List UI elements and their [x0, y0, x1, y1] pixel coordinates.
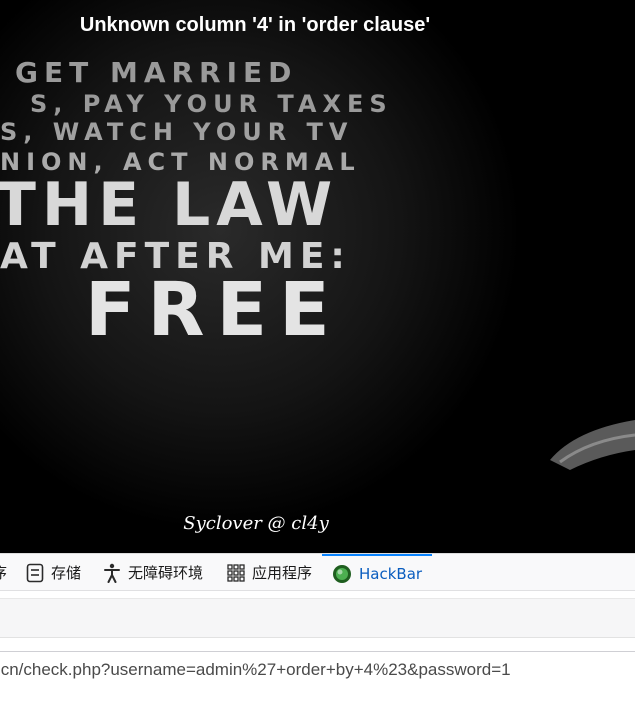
accessibility-icon	[103, 563, 121, 583]
devtools-tabbar: 序 存储 无障碍环境 应用程序 HackBar	[0, 553, 635, 591]
tab-accessibility-label: 无障碍环境	[128, 564, 204, 582]
poster-background-image: GET MARRIED S, PAY YOUR TAXES S, WATCH Y…	[0, 0, 635, 553]
url-input-value: .cn/check.php?username=admin%27+order+by…	[0, 660, 511, 679]
tab-storage-label: 存储	[51, 564, 82, 582]
tab-partial[interactable]: 序	[0, 554, 7, 591]
poster-line: S, PAY YOUR TAXES	[30, 90, 393, 118]
poster-line: S, WATCH YOUR TV	[0, 118, 353, 146]
storage-icon	[26, 563, 44, 583]
poster-line: THE LAW	[0, 170, 338, 240]
tab-hackbar[interactable]: HackBar	[322, 554, 433, 591]
hackbar-icon	[332, 564, 352, 584]
page-viewport: GET MARRIED S, PAY YOUR TAXES S, WATCH Y…	[0, 0, 635, 553]
url-input[interactable]: .cn/check.php?username=admin%27+order+by…	[0, 651, 635, 716]
poster-line: GET MARRIED	[15, 56, 297, 89]
signature-text: Syclover @ cl4y	[183, 513, 329, 534]
apps-grid-icon	[227, 563, 245, 582]
poster-line: FREE	[85, 267, 342, 353]
tab-applications[interactable]: 应用程序	[227, 554, 312, 591]
tab-storage[interactable]: 存储	[26, 554, 81, 591]
tab-applications-label: 应用程序	[252, 564, 313, 582]
devtools-panel: 序 存储 无障碍环境 应用程序 HackBar	[0, 553, 635, 720]
hackbar-toolbar	[0, 598, 635, 638]
sql-error-message: Unknown column '4' in 'order clause'	[79, 14, 431, 36]
tab-partial-label: 序	[0, 562, 7, 583]
tab-accessibility[interactable]: 无障碍环境	[103, 554, 203, 591]
tab-hackbar-label: HackBar	[359, 564, 423, 583]
